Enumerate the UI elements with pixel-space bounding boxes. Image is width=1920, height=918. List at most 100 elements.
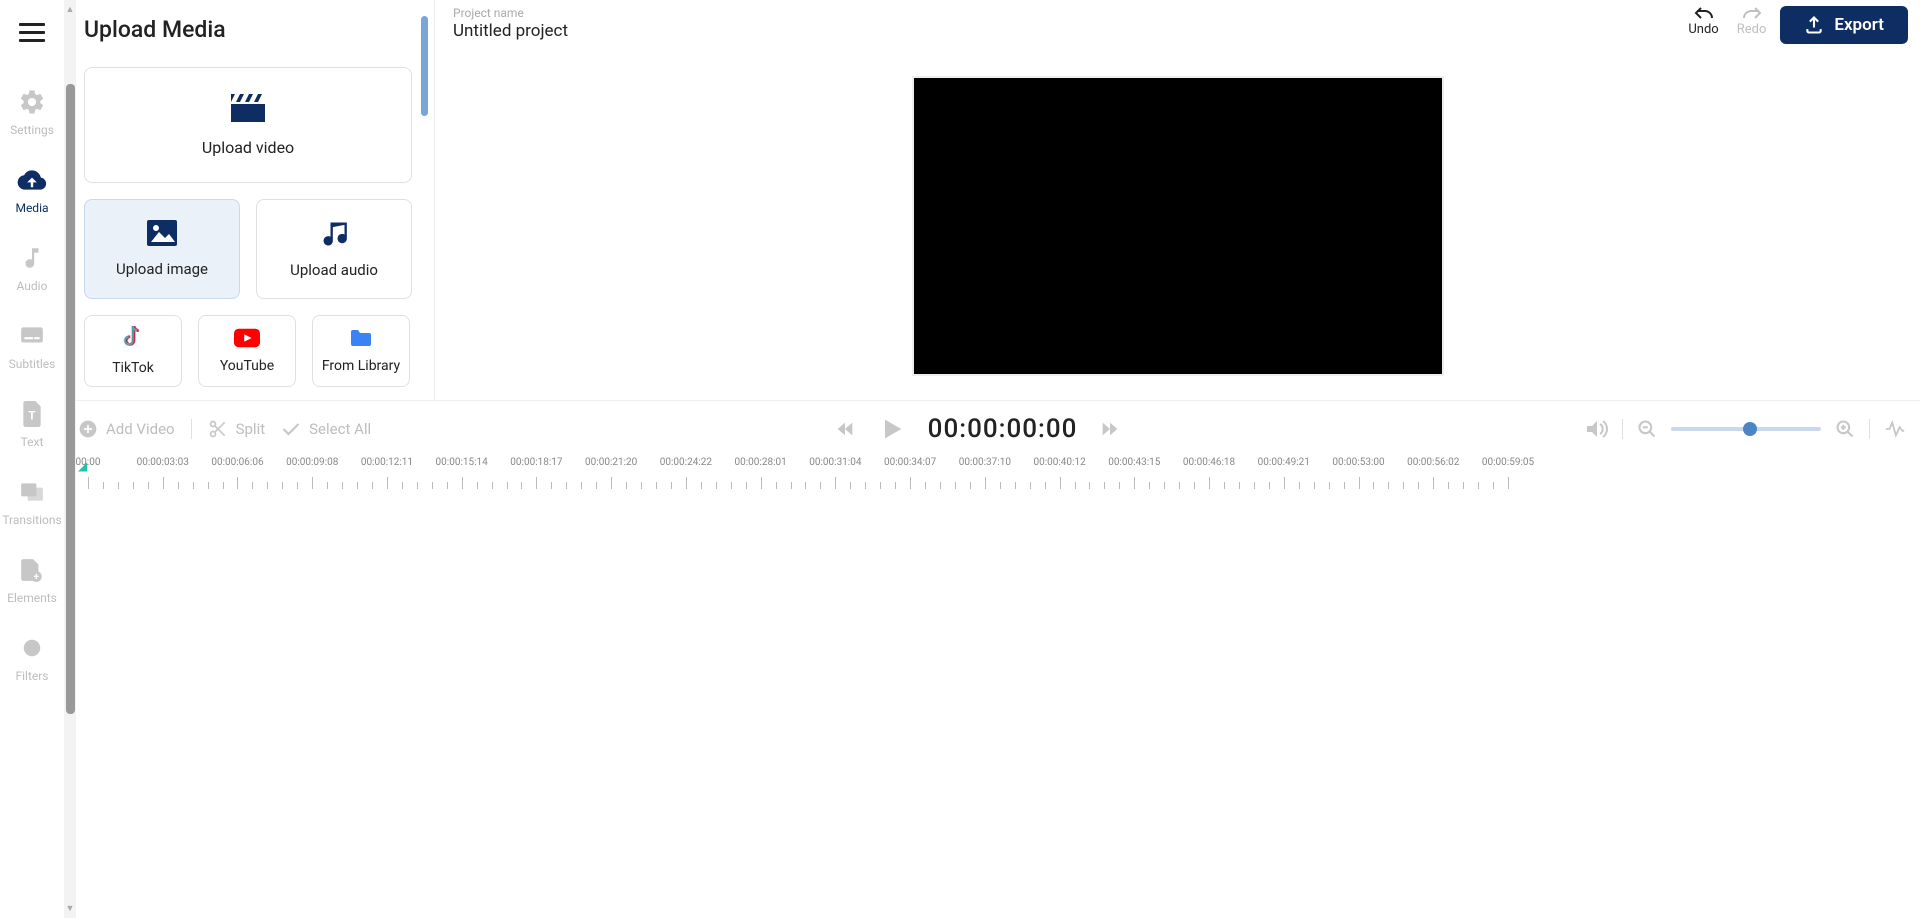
ruler-label: 00:00:56:02	[1407, 457, 1459, 468]
sidebar-item-audio[interactable]: Audio	[0, 231, 64, 309]
ruler-tick	[1149, 482, 1150, 489]
ruler-tick	[805, 482, 806, 489]
checkmark-icon	[281, 421, 301, 437]
sidebar-item-label: Settings	[10, 123, 54, 137]
ruler-tick	[447, 482, 448, 489]
upload-audio-card[interactable]: Upload audio	[256, 199, 412, 299]
ruler-tick	[925, 482, 926, 489]
ruler-tick	[1060, 477, 1061, 489]
video-preview-canvas[interactable]	[912, 76, 1444, 376]
ruler-tick	[402, 482, 403, 489]
ruler-tick	[521, 482, 522, 489]
undo-icon	[1692, 6, 1716, 22]
source-youtube-card[interactable]: YouTube	[198, 315, 296, 387]
ruler-tick	[1164, 482, 1165, 489]
ruler-tick	[462, 477, 463, 489]
ruler-tick	[701, 482, 702, 489]
ruler-tick	[746, 482, 747, 489]
ruler-tick	[1388, 482, 1389, 489]
sidebar-item-filters[interactable]: Filters	[0, 621, 64, 699]
ruler-tick	[103, 482, 104, 489]
redo-button[interactable]: Redo	[1737, 6, 1767, 37]
ruler-tick	[566, 482, 567, 489]
volume-icon[interactable]	[1584, 418, 1608, 440]
step-forward-icon[interactable]	[1099, 418, 1121, 440]
zoom-out-icon[interactable]	[1637, 419, 1657, 439]
sidebar-item-subtitles[interactable]: Subtitles	[0, 309, 64, 387]
ruler-tick	[910, 477, 911, 489]
export-button[interactable]: Export	[1780, 6, 1908, 44]
ruler-tick	[417, 482, 418, 489]
ruler-tick	[1269, 482, 1270, 489]
zoom-slider-handle[interactable]	[1743, 422, 1757, 436]
hamburger-menu-button[interactable]	[19, 18, 45, 47]
upload-image-label: Upload image	[116, 260, 208, 278]
source-youtube-label: YouTube	[220, 358, 274, 374]
ruler-tick	[1359, 477, 1360, 489]
ruler-tick	[551, 482, 552, 489]
youtube-icon	[234, 328, 260, 352]
add-video-button[interactable]: Add Video	[78, 419, 175, 439]
ruler-tick	[940, 482, 941, 489]
select-all-button[interactable]: Select All	[281, 420, 371, 438]
ruler-tick	[312, 477, 313, 489]
ruler-label: 00:00:49:21	[1258, 457, 1310, 468]
ruler-tick	[163, 477, 164, 489]
ruler-tick	[611, 477, 612, 489]
ruler-tick	[1373, 482, 1374, 489]
ruler-label: 00:00:40:12	[1033, 457, 1085, 468]
ruler-tick	[776, 482, 777, 489]
media-panel-scrollbar[interactable]	[421, 16, 428, 116]
upload-image-card[interactable]: Upload image	[84, 199, 240, 299]
undo-button[interactable]: Undo	[1688, 6, 1718, 37]
text-file-icon: T	[17, 399, 47, 429]
sidebar-item-media[interactable]: Media	[0, 153, 64, 231]
split-button[interactable]: Split	[208, 419, 266, 439]
ruler-label: 00:00:34:07	[884, 457, 936, 468]
waveform-icon[interactable]	[1884, 419, 1906, 439]
folder-icon	[349, 328, 373, 352]
ruler-tick	[1299, 482, 1300, 489]
subtitle-icon	[17, 321, 47, 351]
play-icon[interactable]	[878, 415, 906, 443]
ruler-label: 00:00:15:14	[436, 457, 488, 468]
timeline-ruler[interactable]: ◢ 00:0000:00:03:0300:00:06:0600:00:09:08…	[78, 457, 1906, 501]
ruler-label: 00:00:46:18	[1183, 457, 1235, 468]
sidebar-item-elements[interactable]: + Elements	[0, 543, 64, 621]
ruler-label: 00:00:43:15	[1108, 457, 1160, 468]
sidebar-item-settings[interactable]: Settings	[0, 75, 64, 153]
ruler-tick	[1134, 477, 1135, 489]
ruler-tick	[327, 482, 328, 489]
ruler-tick	[387, 477, 388, 489]
sidebar-item-label: Text	[21, 435, 44, 449]
sidebar-item-label: Elements	[7, 591, 57, 605]
ruler-label: 00:00:24:22	[660, 457, 712, 468]
zoom-in-icon[interactable]	[1835, 419, 1855, 439]
ruler-tick	[1478, 482, 1479, 489]
sidebar-item-text[interactable]: T Text	[0, 387, 64, 465]
svg-text:+: +	[34, 572, 40, 583]
ruler-tick	[686, 477, 687, 489]
ruler-tick	[1314, 482, 1315, 489]
main-area: Project name Untitled project Undo Redo	[434, 0, 1920, 400]
ruler-tick	[357, 482, 358, 489]
zoom-slider[interactable]	[1671, 427, 1821, 431]
filters-icon	[17, 633, 47, 663]
ruler-tick	[282, 482, 283, 489]
ruler-tick	[895, 482, 896, 489]
source-library-card[interactable]: From Library	[312, 315, 410, 387]
ruler-tick	[1000, 482, 1001, 489]
ruler-tick	[1493, 482, 1494, 489]
scroll-down-arrow[interactable]: ▼	[66, 899, 75, 918]
upload-video-label: Upload video	[202, 138, 294, 157]
export-icon	[1804, 15, 1824, 35]
sidebar-item-transitions[interactable]: Transitions	[0, 465, 64, 543]
step-back-icon[interactable]	[834, 418, 856, 440]
ruler-tick	[1433, 477, 1434, 489]
source-tiktok-card[interactable]: TikTok	[84, 315, 182, 387]
project-name-input[interactable]: Untitled project	[453, 21, 1688, 41]
upload-video-card[interactable]: Upload video	[84, 67, 412, 183]
timeline-section: Add Video Split Select All 00:00:0	[64, 400, 1920, 740]
source-library-label: From Library	[322, 358, 400, 374]
panel-title: Upload Media	[84, 16, 416, 43]
